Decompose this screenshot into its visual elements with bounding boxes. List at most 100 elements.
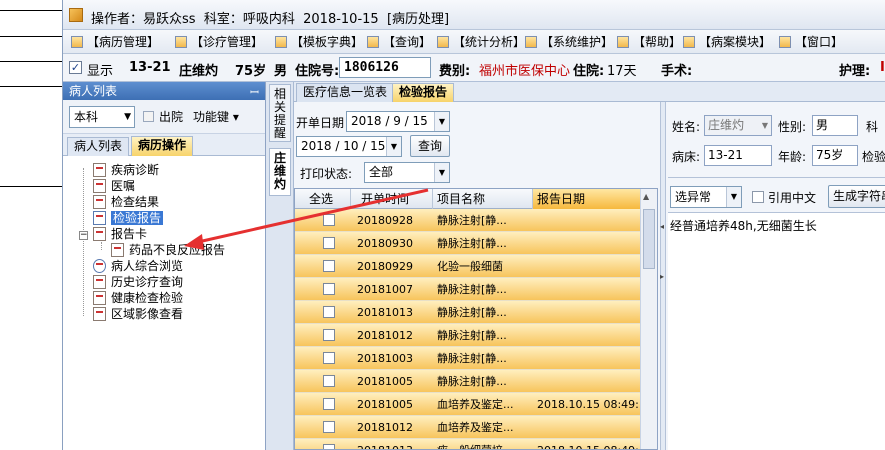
report-result-text[interactable]: 经普通培养48h,无细菌生长 [668,212,885,450]
query-button[interactable]: 查询 [410,135,450,157]
menu-case-module[interactable]: 【病案模块】 [681,33,771,51]
menu-diagnosis-management[interactable]: 【诊疗管理】 [173,33,263,51]
tab-lab-report[interactable]: 检验报告 [392,83,455,102]
tree-item-regional-imaging[interactable]: 区域影像查看 [93,306,183,322]
row-checkbox[interactable] [323,237,335,249]
document-icon [111,243,124,257]
tab-medical-info-overview[interactable]: 医疗信息一览表 [296,83,395,102]
row-checkbox[interactable] [323,260,335,272]
tree-item-label: 区域影像查看 [111,307,184,321]
name-field[interactable]: 庄维灼 ▼ [704,115,772,136]
menu-query[interactable]: 【查询】 [365,33,431,51]
row-checkbox[interactable] [323,352,335,364]
tree-item-patient-overview[interactable]: 病人综合浏览 [93,258,183,274]
chevron-down-icon: ▼ [726,187,741,207]
main-tabs: 医疗信息一览表 检验报告 [294,82,885,102]
module-name: [病历处理] [386,12,450,27]
report-date-cell [533,301,641,324]
menu-template-dictionary[interactable]: 【模板字典】 [273,33,363,51]
row-checkbox[interactable] [323,283,335,295]
tab-patient-record[interactable]: 庄维灼 [269,148,291,196]
start-date-picker[interactable]: 2018 / 9 / 15 ▼ [346,111,450,132]
row-checkbox[interactable] [323,398,335,410]
abnormal-filter-select[interactable]: 选异常 ▼ [670,186,742,208]
row-checkbox[interactable] [323,214,335,226]
grid-scrollbar[interactable]: ▲ [640,189,657,449]
tree-item-lab-report[interactable]: 检验报告 [93,210,164,226]
window-title: 操作者：易跃众ss 科室：呼吸内科 2018-10-15 [病历处理] [91,8,449,27]
bed-field[interactable]: 13-21 [704,145,772,166]
item-name-cell: 血培养及鉴定... [437,398,514,411]
report-date-cell [533,209,641,232]
select-all-header[interactable]: 全选 [295,189,351,209]
title-bar: 操作者：易跃众ss 科室：呼吸内科 2018-10-15 [病历处理] [63,0,885,30]
table-row[interactable]: 20180928 静脉注射[静... [295,209,641,232]
row-checkbox[interactable] [323,444,335,449]
tree-item-diagnosis[interactable]: 疾病诊断 [93,162,159,178]
menu-help[interactable]: 【帮助】 [615,33,681,51]
report-date-header[interactable]: 报告日期 [533,189,641,209]
table-row[interactable]: 20180929 化验一般细菌 [295,255,641,278]
show-checkbox[interactable]: ✓ [69,61,82,74]
scrollbar-thumb[interactable] [643,209,655,269]
collapse-icon[interactable]: − [79,231,88,240]
tab-patient-list[interactable]: 病人列表 [67,137,130,156]
tree-item-history-query[interactable]: 历史诊疗查询 [93,274,183,290]
tab-related-reminders[interactable]: 相关提醒 [269,84,291,142]
discharged-checkbox[interactable] [143,111,154,122]
row-checkbox[interactable] [323,421,335,433]
end-date-picker[interactable]: 2018 / 10 / 15 ▼ [296,136,402,157]
tab-record-operations[interactable]: 病历操作 [131,136,194,156]
function-key-button[interactable]: 功能键 ▾ [193,108,239,125]
table-row[interactable]: 20181003 静脉注射[静... [295,347,641,370]
row-checkbox[interactable] [323,329,335,341]
order-time-header[interactable]: 开单时间 [351,189,433,209]
department-select[interactable]: 本科 ▼ [69,106,135,128]
tree-item-exam-results[interactable]: 检查结果 [93,194,159,210]
tree-item-label: 医嘱 [111,179,136,193]
table-row[interactable]: 20181012 血培养及鉴定... [295,416,641,439]
tree-item-report-card[interactable]: 报告卡 [93,226,147,242]
order-time-cell: 20181013 [357,306,413,319]
order-time-cell: 20181005 [357,375,413,388]
row-checkbox[interactable] [323,375,335,387]
chevron-up-icon[interactable]: ▲ [643,192,649,201]
menu-window[interactable]: 【窗口】 [777,33,843,51]
hospital-number-field[interactable]: 1806126 [339,57,431,78]
strip-line [0,36,62,37]
chevron-right-icon[interactable]: ▸ [660,272,664,281]
table-row[interactable]: 20181013 静脉注射[静... [295,301,641,324]
table-row[interactable]: 20180930 静脉注射[静... [295,232,641,255]
age-field[interactable]: 75岁 [812,145,858,166]
menu-medical-records[interactable]: 【病历管理】 [69,33,159,51]
item-name-header[interactable]: 项目名称 [433,189,533,209]
dept-label: 科室： [203,12,243,27]
strip-line [0,86,62,87]
order-time-cell: 20180930 [357,237,413,250]
cite-chinese-checkbox[interactable] [752,191,764,203]
tree-item-adverse-drug-report[interactable]: 药品不良反应报告 [111,242,225,258]
sex-field[interactable]: 男 [812,115,858,136]
table-row[interactable]: 20181005 静脉注射[静... [295,370,641,393]
generate-string-button[interactable]: 生成字符串 [828,185,885,208]
table-row[interactable]: 20181005 血培养及鉴定... 2018.10.15 08:49: [295,393,641,416]
table-row[interactable]: 20181012 静脉注射[静... [295,324,641,347]
print-status-select[interactable]: 全部 ▼ [364,162,450,183]
chevron-left-icon[interactable]: ◂ [660,222,664,231]
row-checkbox[interactable] [323,306,335,318]
age-label: 年龄: [778,150,807,164]
document-icon [93,163,106,177]
bed-label: 病床: [672,150,701,164]
tree-item-health-check[interactable]: 健康检查检验 [93,290,183,306]
panel-splitter[interactable]: ◂ ▸ [660,102,666,450]
document-icon [93,275,106,289]
table-row[interactable]: 20181013痰一般细菌培...2018.10.15 08:49: [295,439,641,449]
print-status-label: 打印状态: [300,167,353,181]
panel-toolbar: 本科 ▼ 出院 功能键 ▾ [63,100,265,134]
tree-item-orders[interactable]: 医嘱 [93,178,135,194]
menu-statistics[interactable]: 【统计分析】 [435,33,525,51]
strip-line [0,61,62,62]
table-row[interactable]: 20181007 静脉注射[静... [295,278,641,301]
menu-icon [437,36,449,48]
menu-system-maintenance[interactable]: 【系统维护】 [523,33,613,51]
